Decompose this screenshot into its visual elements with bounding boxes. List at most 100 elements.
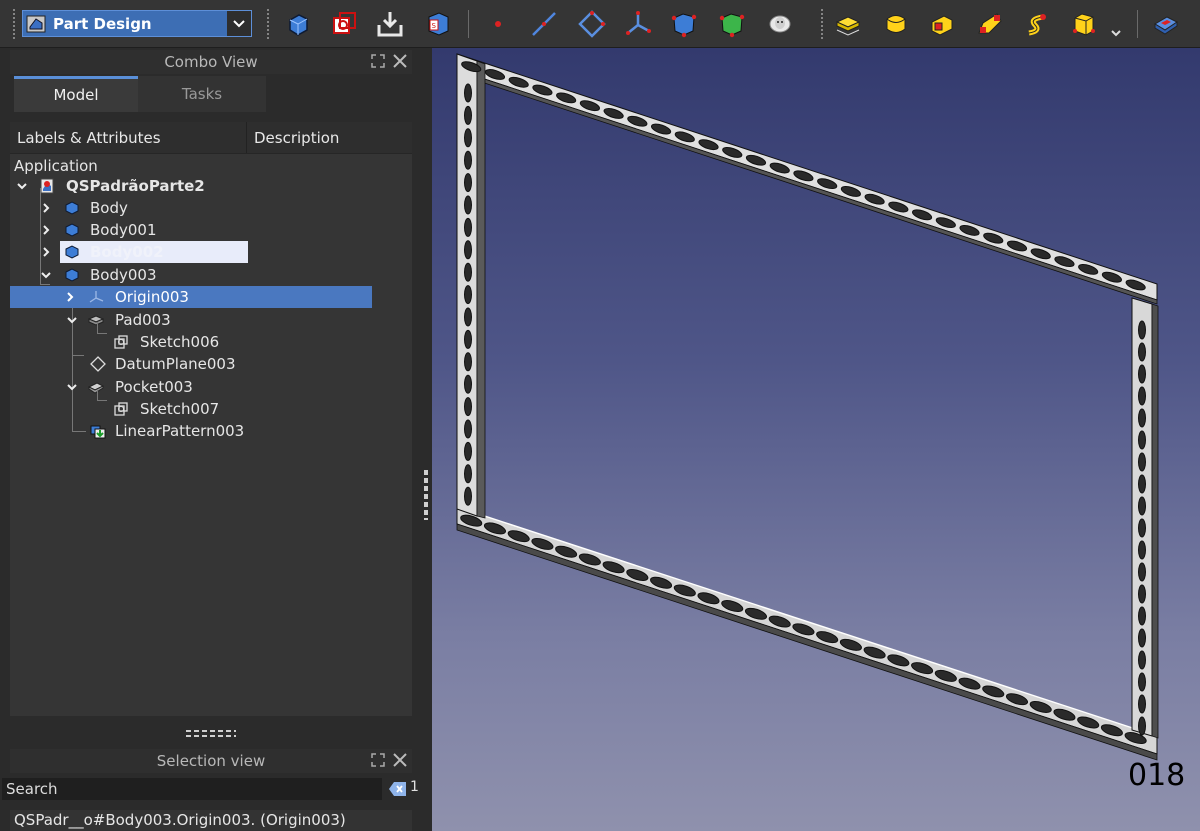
chevron-right-icon[interactable] — [40, 246, 52, 258]
undock-icon[interactable] — [370, 751, 386, 769]
toolbar-overflow-chevron[interactable] — [1104, 6, 1128, 42]
tree-item-label: Body001 — [90, 221, 157, 239]
3d-viewport[interactable]: 018 — [432, 48, 1200, 831]
clone-button[interactable]: S — [420, 6, 456, 42]
revolution-button[interactable] — [878, 6, 914, 42]
right-post — [1131, 297, 1159, 739]
clone-icon: S — [428, 12, 449, 36]
slot-hole — [464, 173, 472, 193]
chevron-down-icon[interactable] — [227, 11, 251, 36]
origin-icon — [89, 291, 104, 303]
tree-item-label: LinearPattern003 — [115, 422, 245, 440]
close-icon[interactable] — [392, 52, 408, 70]
selection-list-item[interactable]: QSPadr__o#Body003.Origin003. (Origin003) — [10, 810, 412, 831]
tree-item-sketch006[interactable]: Sketch006 — [10, 331, 412, 353]
navigation-cube-label: 018 — [1128, 758, 1186, 793]
workbench-selector[interactable]: Part Design — [22, 10, 252, 37]
column-header-labels[interactable]: Labels & Attributes — [10, 122, 247, 153]
slot-hole — [1138, 386, 1146, 406]
tree-item-label: Body003 — [90, 266, 157, 284]
tree-item-label: QSPadrãoParte2 — [66, 177, 205, 195]
tree-item-origin003[interactable]: Origin003 — [10, 286, 372, 308]
tree-item-datumplane003[interactable]: DatumPlane003 — [10, 353, 412, 375]
additive-helix-button[interactable] — [1018, 6, 1054, 42]
sketch-icon — [114, 335, 128, 349]
body-icon — [289, 14, 308, 36]
toolbar-grip[interactable] — [820, 8, 824, 40]
chevron-right-icon[interactable] — [40, 202, 52, 214]
pad-button[interactable] — [830, 6, 866, 42]
toolbar-grip[interactable] — [12, 8, 16, 40]
box-icon — [1073, 13, 1095, 36]
tree-item-body003[interactable]: Body003 — [10, 264, 412, 286]
chevron-right-icon[interactable] — [64, 291, 76, 303]
slot-hole — [464, 217, 472, 237]
undock-icon[interactable] — [370, 52, 386, 70]
toolbar-grip[interactable] — [266, 8, 270, 40]
panel-splitter-handle[interactable] — [186, 727, 236, 745]
slot-hole — [1138, 672, 1146, 692]
create-sketch-button[interactable] — [326, 6, 362, 42]
slot-hole — [464, 329, 472, 349]
chevron-down-icon — [1111, 30, 1121, 37]
datum-plane-button[interactable] — [574, 6, 610, 42]
slot-hole — [464, 397, 472, 417]
slot-hole — [1138, 342, 1146, 362]
slot-hole — [1138, 694, 1146, 714]
tab-model[interactable]: Model — [14, 76, 138, 112]
selection-search-input[interactable] — [2, 778, 382, 800]
view-splitter-handle[interactable] — [424, 470, 428, 520]
datum-point-button[interactable] — [480, 6, 516, 42]
tree-item-body[interactable]: Body — [10, 197, 412, 219]
part-design-workbench-icon — [26, 15, 46, 32]
clear-search-icon[interactable] — [389, 781, 407, 797]
frame-model — [456, 53, 1159, 761]
datum-plane-icon — [90, 356, 106, 372]
tree-item-document[interactable]: QSPadrãoParte2 — [10, 175, 412, 197]
slot-hole — [464, 262, 472, 282]
slot-hole — [464, 464, 472, 484]
local-coordinate-system-button[interactable] — [620, 6, 656, 42]
tree-item-pad003[interactable]: Pad003 — [10, 309, 412, 331]
tree-item-sketch007[interactable]: Sketch007 — [10, 398, 412, 420]
selection-view-titlebar[interactable]: Selection view — [10, 749, 412, 773]
tree-item-pocket003[interactable]: Pocket003 — [10, 376, 412, 398]
body-icon — [65, 201, 79, 215]
selection-view-title: Selection view — [156, 752, 266, 770]
tree-item-label: Sketch006 — [140, 333, 220, 351]
slot-hole — [464, 195, 472, 215]
pocket-button[interactable] — [1148, 6, 1184, 42]
loft-icon — [931, 15, 953, 36]
close-icon[interactable] — [392, 751, 408, 769]
clone-sheep-button[interactable] — [762, 6, 798, 42]
column-header-description[interactable]: Description — [247, 122, 412, 153]
chevron-down-icon[interactable] — [40, 269, 52, 281]
tree-item-body002[interactable]: Body002 — [10, 241, 412, 263]
sketch-icon — [333, 12, 356, 34]
chevron-down-icon[interactable] — [66, 314, 78, 326]
import-icon — [377, 12, 403, 37]
validate-sketch-button[interactable] — [372, 6, 408, 42]
chevron-down-icon[interactable] — [66, 381, 78, 393]
tab-tasks[interactable]: Tasks — [138, 76, 266, 112]
slot-hole — [1138, 496, 1146, 516]
linear-pattern-icon — [90, 425, 106, 439]
slot-hole — [464, 352, 472, 372]
tree-item-linearpattern003[interactable]: LinearPattern003 — [10, 420, 412, 442]
slot-hole — [1138, 584, 1146, 604]
additive-pipe-button[interactable] — [972, 6, 1008, 42]
datum-line-button[interactable] — [526, 6, 562, 42]
subshape-binder-button[interactable] — [714, 6, 750, 42]
tree-item-body001[interactable]: Body001 — [10, 219, 412, 241]
additive-loft-button[interactable] — [924, 6, 960, 42]
body-icon — [65, 245, 79, 259]
slot-hole — [1138, 650, 1146, 670]
chevron-right-icon[interactable] — [40, 224, 52, 236]
slot-hole — [464, 150, 472, 170]
combo-view-titlebar[interactable]: Combo View — [10, 50, 412, 74]
additive-box-button[interactable] — [1066, 6, 1102, 42]
toolbar-separator — [468, 10, 469, 38]
chevron-down-icon[interactable] — [16, 180, 28, 192]
create-body-button[interactable] — [280, 6, 316, 42]
shape-binder-button[interactable] — [666, 6, 702, 42]
